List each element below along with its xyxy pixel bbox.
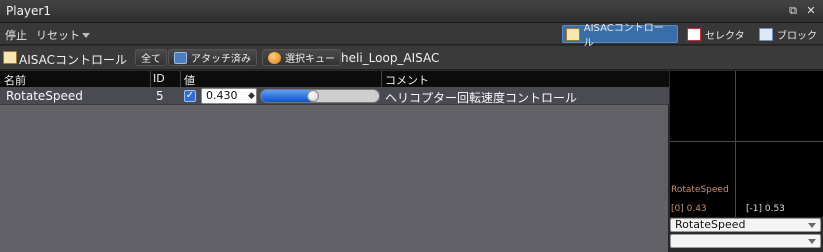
curve-select-secondary[interactable] bbox=[670, 234, 821, 248]
column-divider[interactable] bbox=[381, 71, 382, 87]
value-input[interactable]: 0.430 ◆ bbox=[201, 88, 257, 104]
title-bar: Player1 ⧉ ✕ bbox=[0, 0, 823, 23]
slider-fill bbox=[261, 90, 313, 102]
column-header-name[interactable]: 名前 bbox=[4, 72, 26, 88]
aisac-curve-icon bbox=[3, 51, 17, 64]
cue-name: heli_Loop_AISAC bbox=[341, 51, 440, 65]
column-header-id[interactable]: ID bbox=[153, 72, 165, 85]
spinner-icon[interactable]: ◆ bbox=[248, 91, 255, 101]
graph-right-readout: [-1] 0.53 bbox=[746, 204, 785, 214]
slider-knob[interactable] bbox=[306, 90, 319, 102]
mode-label: ブロック bbox=[777, 30, 817, 42]
selected-cue-filter-button[interactable]: 選択キュー bbox=[262, 49, 341, 66]
reset-menu[interactable]: リセット bbox=[36, 27, 80, 43]
selector-icon bbox=[687, 27, 701, 41]
close-icon[interactable]: ✕ bbox=[805, 5, 817, 17]
selected-cue-filter-label: 選択キュー bbox=[285, 54, 335, 65]
row-id: 5 bbox=[156, 89, 164, 103]
chevron-down-icon bbox=[808, 223, 816, 228]
aisac-label: AISACコントロール bbox=[19, 53, 127, 67]
graph-curve-name: RotateSpeed bbox=[671, 185, 729, 195]
window-title: Player1 bbox=[6, 4, 51, 18]
all-filter-label: 全て bbox=[141, 54, 161, 65]
row-comment: ヘリコプター回転速度コントロール bbox=[385, 91, 578, 105]
attached-filter-label: アタッチ済み bbox=[191, 54, 251, 65]
aisac-table: 名前 ID 値 コメント RotateSpeed 5 ✓ 0.430 ◆ ヘリコ… bbox=[0, 71, 669, 252]
column-header-value[interactable]: 値 bbox=[184, 72, 195, 88]
aisac-toolbar: AISACコントロール 全て アタッチ済み 選択キュー heli_Loop_AI… bbox=[0, 46, 823, 70]
curve-select-primary[interactable]: RotateSpeed bbox=[670, 218, 821, 232]
mode-label: セレクタ bbox=[705, 30, 745, 42]
column-divider[interactable] bbox=[180, 71, 181, 87]
block-mode-button[interactable]: ブロック bbox=[756, 25, 822, 43]
block-icon bbox=[759, 27, 773, 41]
graph-left-readout: [0] 0.43 bbox=[671, 204, 707, 214]
aisac-curve-icon bbox=[566, 27, 580, 41]
aisac-control-mode-button[interactable]: AISACコントロール bbox=[562, 23, 678, 49]
cue-icon bbox=[268, 51, 281, 64]
chevron-down-icon[interactable] bbox=[82, 33, 90, 38]
value-slider[interactable] bbox=[260, 89, 380, 103]
curve-select-value: RotateSpeed bbox=[675, 218, 746, 231]
column-header-comment[interactable]: コメント bbox=[385, 72, 429, 88]
all-filter-button[interactable]: 全て bbox=[135, 49, 167, 66]
attached-filter-button[interactable]: アタッチ済み bbox=[168, 49, 257, 66]
graph-crosshair-vertical bbox=[735, 71, 736, 217]
column-divider[interactable] bbox=[150, 71, 151, 87]
restore-window-icon[interactable]: ⧉ bbox=[787, 5, 799, 17]
graph-crosshair-horizontal bbox=[670, 141, 823, 142]
stop-menu[interactable]: 停止 bbox=[5, 27, 27, 43]
aisac-graph[interactable]: RotateSpeed [0] 0.43 [-1] 0.53 bbox=[670, 71, 823, 217]
table-header: 名前 ID 値 コメント bbox=[0, 71, 669, 87]
attached-icon bbox=[174, 51, 187, 64]
row-enabled-checkbox[interactable]: ✓ bbox=[184, 90, 196, 102]
chevron-down-icon bbox=[808, 239, 816, 244]
value-text: 0.430 bbox=[206, 89, 238, 102]
mode-label: AISACコントロール bbox=[583, 23, 664, 49]
row-name: RotateSpeed bbox=[6, 89, 83, 103]
table-row[interactable]: RotateSpeed 5 ✓ 0.430 ◆ ヘリコプター回転速度コントロール bbox=[0, 87, 669, 105]
